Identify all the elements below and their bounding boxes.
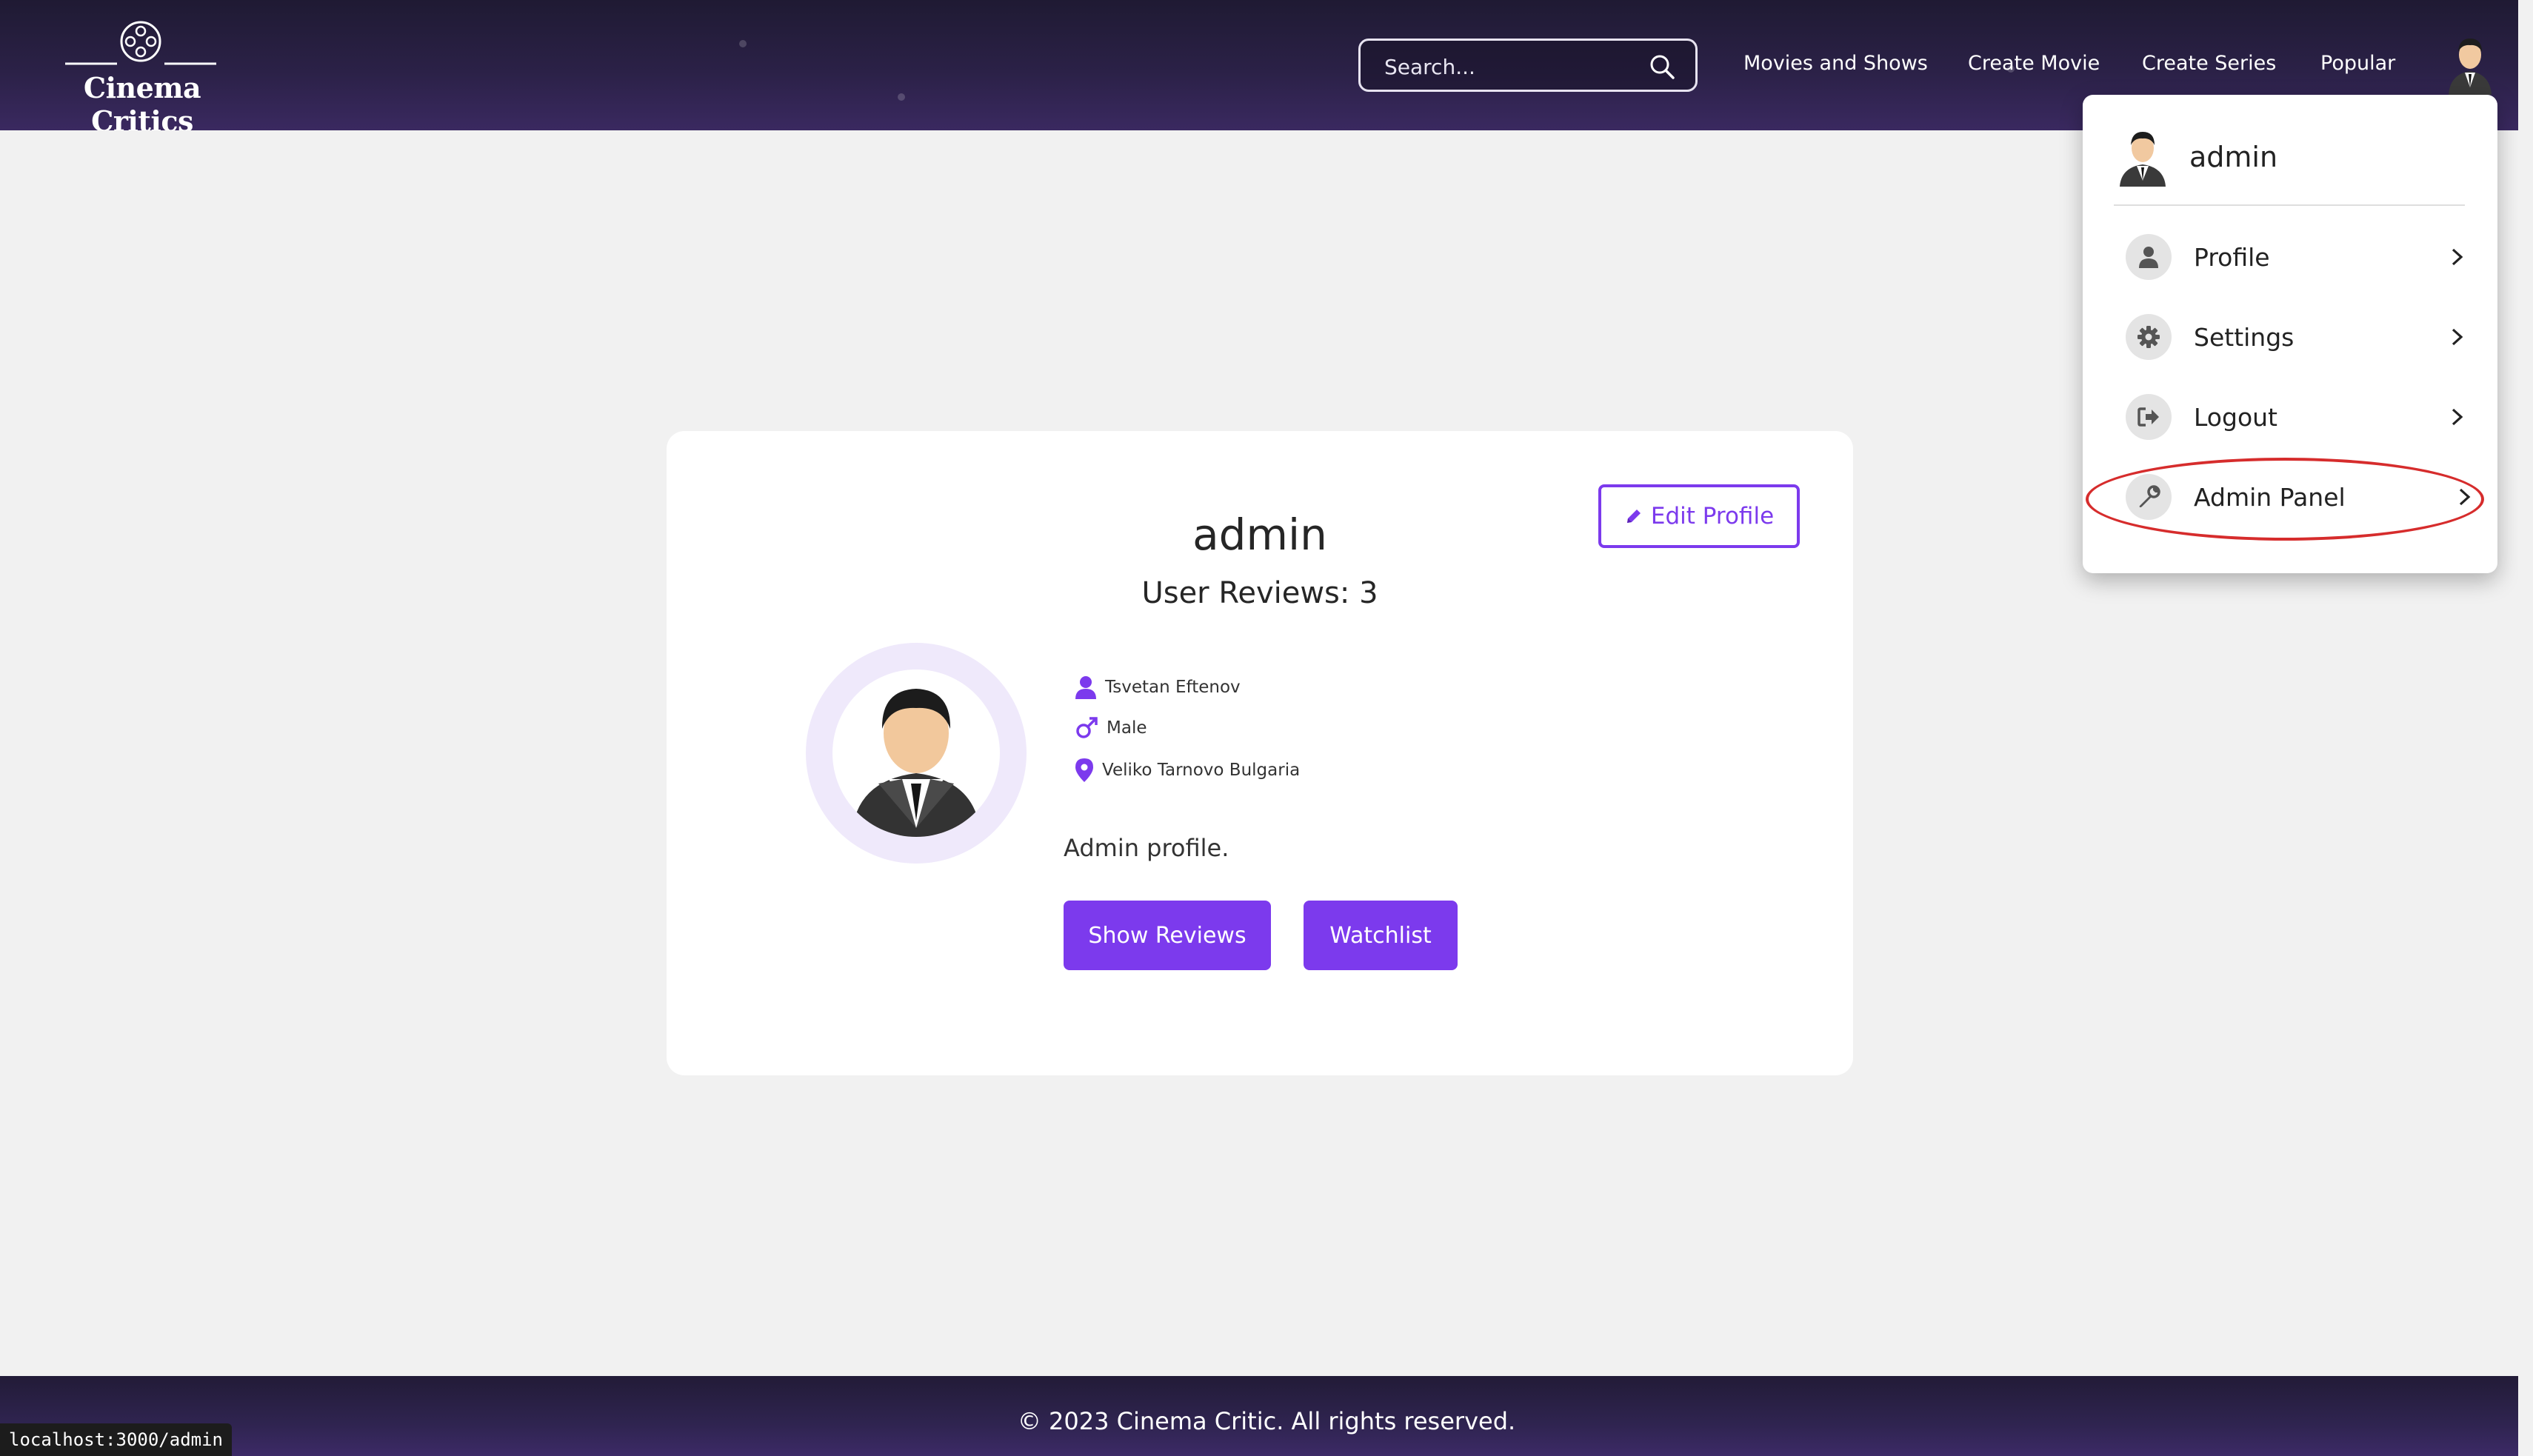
search-box[interactable] [1358,39,1698,92]
info-full-name: Tsvetan Eftenov [1075,675,1241,699]
menu-item-label: Logout [2194,402,2277,432]
browser-status-url: localhost:3000/admin [0,1423,232,1456]
film-reel-icon [65,21,216,65]
menu-item-settings[interactable]: Settings [2126,313,2466,361]
footer: © 2023 Cinema Critic. All rights reserve… [0,1376,2533,1456]
user-icon [1075,676,1096,699]
full-name-text: Tsvetan Eftenov [1105,678,1241,697]
nav-popular[interactable]: Popular [2320,52,2395,75]
search-input[interactable] [1383,48,1638,85]
logo-text[interactable]: Cinema Critics [53,71,231,130]
admin-panel-highlight-annotation [2086,458,2484,541]
dropdown-user-header: admin [2117,127,2277,187]
chevron-right-icon [2452,328,2463,346]
search-icon[interactable] [1648,53,1676,81]
show-reviews-button[interactable]: Show Reviews [1064,901,1271,970]
location-text: Veliko Tarnovo Bulgaria [1102,761,1301,780]
user-icon [2139,247,2158,268]
dropdown-username: admin [2189,141,2278,173]
male-symbol-icon [1076,717,1098,738]
edit-profile-button[interactable]: Edit Profile [1598,484,1800,548]
menu-item-label: Profile [2194,242,2270,272]
menu-item-label: Settings [2194,322,2295,352]
gear-icon [2137,326,2160,348]
location-pin-icon [1075,758,1093,782]
star-decoration [739,40,747,47]
profile-avatar [806,643,1027,864]
profile-bio: Admin profile. [1064,834,1229,862]
divider [2114,204,2465,206]
menu-item-profile[interactable]: Profile [2126,233,2466,281]
user-reviews-count: User Reviews: 3 [1141,576,1378,610]
copyright-text: © 2023 Cinema Critic. All rights reserve… [1017,1407,1516,1435]
watchlist-button[interactable]: Watchlist [1304,901,1458,970]
info-location: Veliko Tarnovo Bulgaria [1075,758,1300,782]
logout-icon [2137,407,2159,427]
chevron-right-icon [2452,248,2463,266]
gender-text: Male [1107,718,1147,738]
nav-create-series[interactable]: Create Series [2142,52,2276,75]
avatar [2120,132,2166,187]
edit-profile-label: Edit Profile [1650,503,1775,530]
star-decoration [898,93,905,101]
nav-create-movie[interactable]: Create Movie [1968,52,2100,75]
menu-item-logout[interactable]: Logout [2126,393,2466,441]
nav-movies-and-shows[interactable]: Movies and Shows [1743,52,1928,75]
info-gender: Male [1075,717,1147,739]
profile-card: admin User Reviews: 3 Edit Profile Tsvet… [667,431,1853,1075]
pencil-icon [1626,510,1641,523]
user-avatar-button[interactable] [2444,33,2496,95]
scrollbar[interactable] [2518,0,2533,1456]
businessman-avatar-icon [852,689,981,837]
chevron-right-icon [2452,408,2463,426]
